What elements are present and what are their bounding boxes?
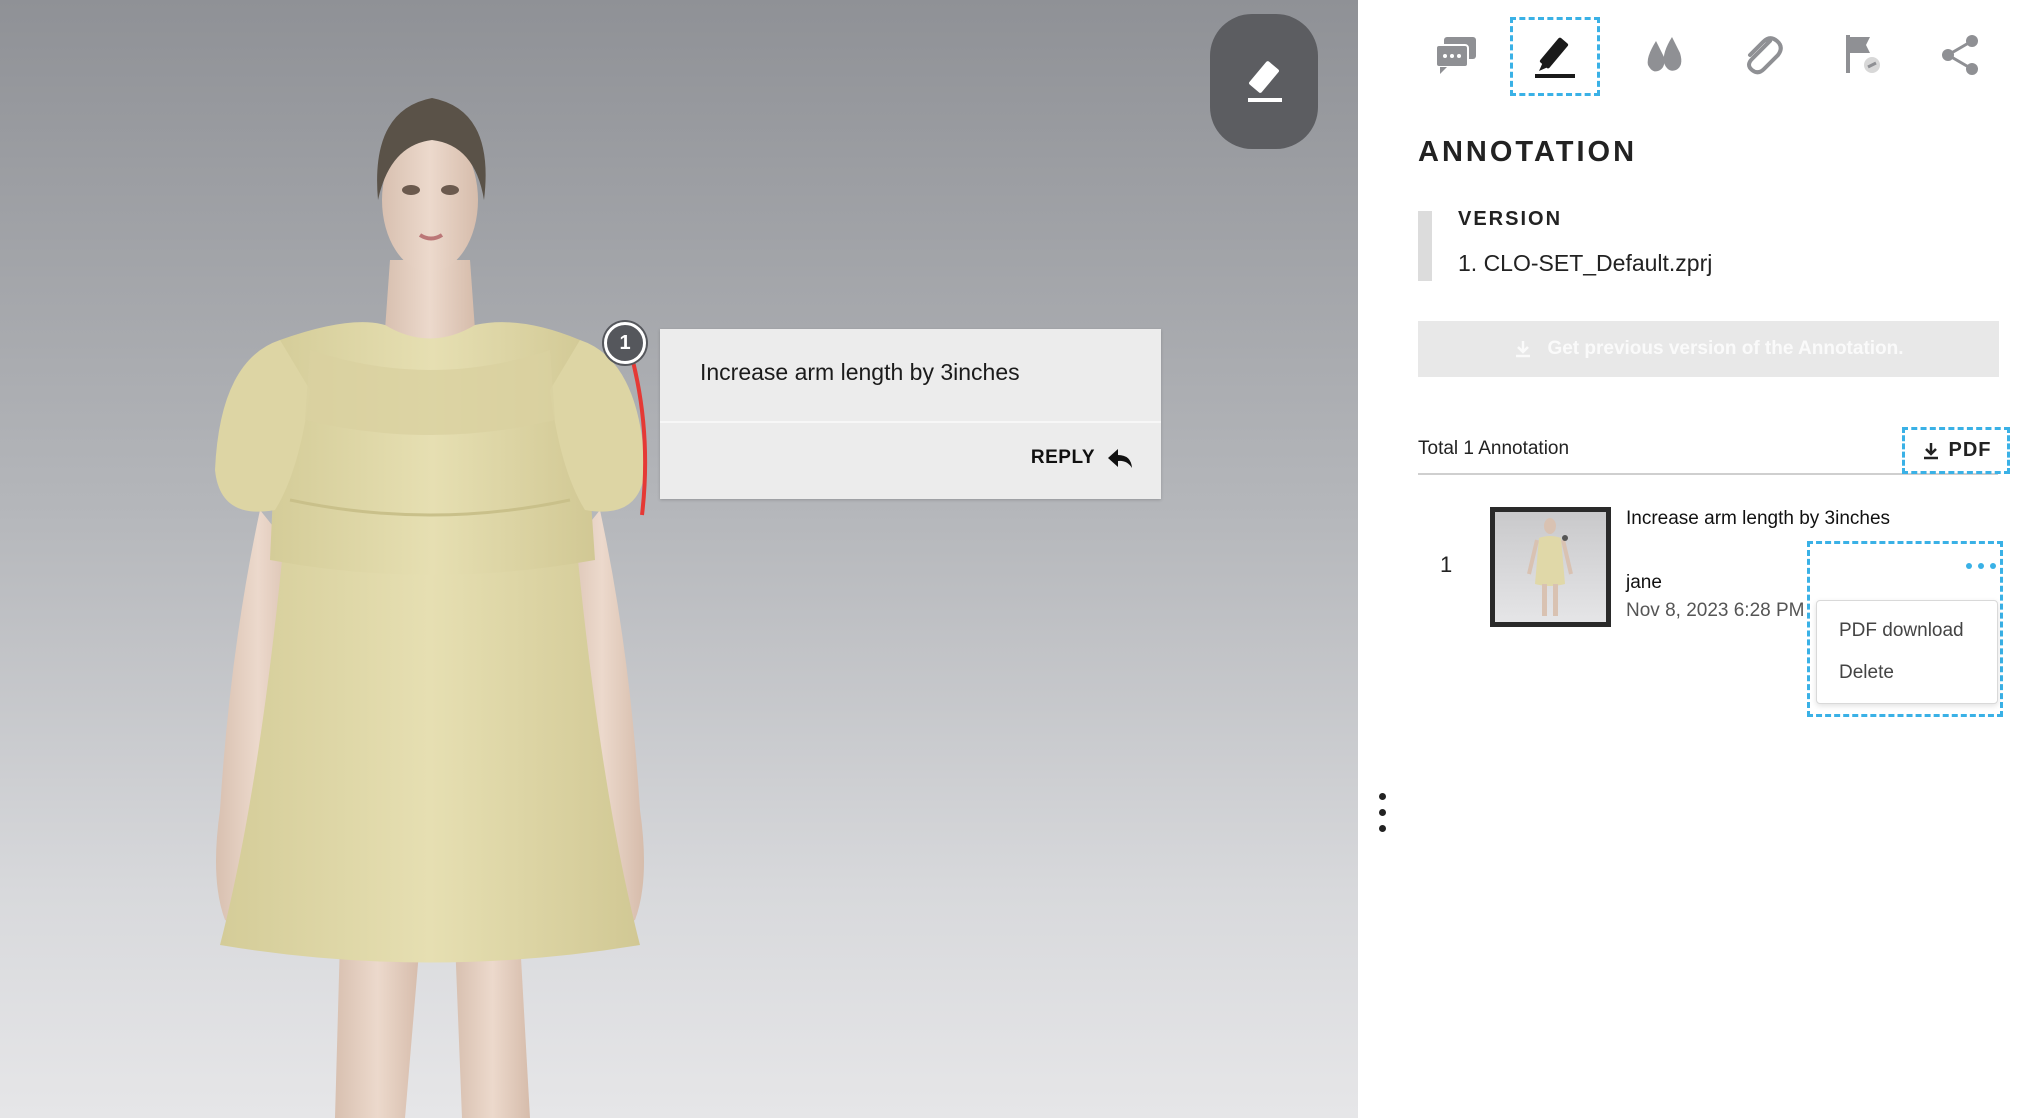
more-dots-icon (1966, 563, 1972, 569)
note-divider (660, 421, 1161, 423)
eraser-icon (1248, 60, 1282, 102)
flag-link-icon (1846, 35, 1880, 73)
share-icon (1942, 35, 1978, 75)
annotation-note-card: Increase arm length by 3inches REPLY (660, 329, 1161, 499)
tab-attachments[interactable] (1732, 25, 1792, 85)
annotation-index: 1 (1440, 552, 1453, 577)
annotation-note-text: Increase arm length by 3inches (700, 359, 1020, 385)
pdf-label: PDF (1948, 439, 1992, 461)
avatar-thumbnail-image (1527, 518, 1573, 616)
annotation-context-menu: PDF download Delete (1816, 600, 1998, 704)
version-indicator-bar (1418, 211, 1432, 281)
menu-item-delete[interactable]: Delete (1839, 662, 1894, 684)
panel-title: ANNOTATION (1418, 136, 1638, 168)
download-icon (1923, 442, 1938, 459)
annotation-author: jane (1626, 572, 1662, 593)
reply-arrow-icon (1108, 449, 1132, 468)
annotation-date: Nov 8, 2023 6:28 PM (1626, 600, 1805, 621)
3d-viewport[interactable]: 1 Increase arm length by 3inches REPLY (0, 0, 1358, 1118)
more-options-button[interactable] (1966, 556, 1996, 576)
annotation-thumbnail[interactable] (1490, 507, 1611, 627)
pdf-export-button[interactable]: PDF (1902, 427, 2010, 474)
reply-label: REPLY (1030, 447, 1095, 468)
menu-item-pdf-download[interactable]: PDF download (1839, 620, 1964, 642)
avatar-model (215, 98, 645, 1118)
get-previous-version-button[interactable]: Get previous version of the Annotation. (1418, 321, 1999, 377)
chat-bubbles-icon (1435, 37, 1476, 74)
annotation-pin[interactable]: 1 (604, 322, 646, 364)
download-icon (1516, 341, 1531, 358)
pen-icon (1535, 37, 1575, 78)
reply-button[interactable]: REPLY (1031, 447, 1133, 469)
eraser-button[interactable] (1210, 14, 1318, 149)
tab-colorways[interactable] (1634, 25, 1694, 85)
paperclip-icon (1747, 36, 1783, 75)
tab-share[interactable] (1930, 25, 1990, 85)
droplets-icon (1647, 37, 1682, 72)
tab-linked-annotation[interactable] (1832, 25, 1892, 85)
version-value: 1. CLO-SET_Default.zprj (1458, 250, 1713, 276)
tab-comments[interactable] (1426, 25, 1486, 85)
annotation-text: Increase arm length by 3inches (1626, 508, 1891, 529)
version-label: VERSION (1458, 208, 1563, 230)
panel-resize-handle[interactable] (1376, 793, 1388, 837)
tab-annotation[interactable] (1510, 17, 1600, 96)
annotation-count: Total 1 Annotation (1418, 438, 1570, 459)
get-previous-version-label: Get previous version of the Annotation. (1547, 338, 1904, 359)
